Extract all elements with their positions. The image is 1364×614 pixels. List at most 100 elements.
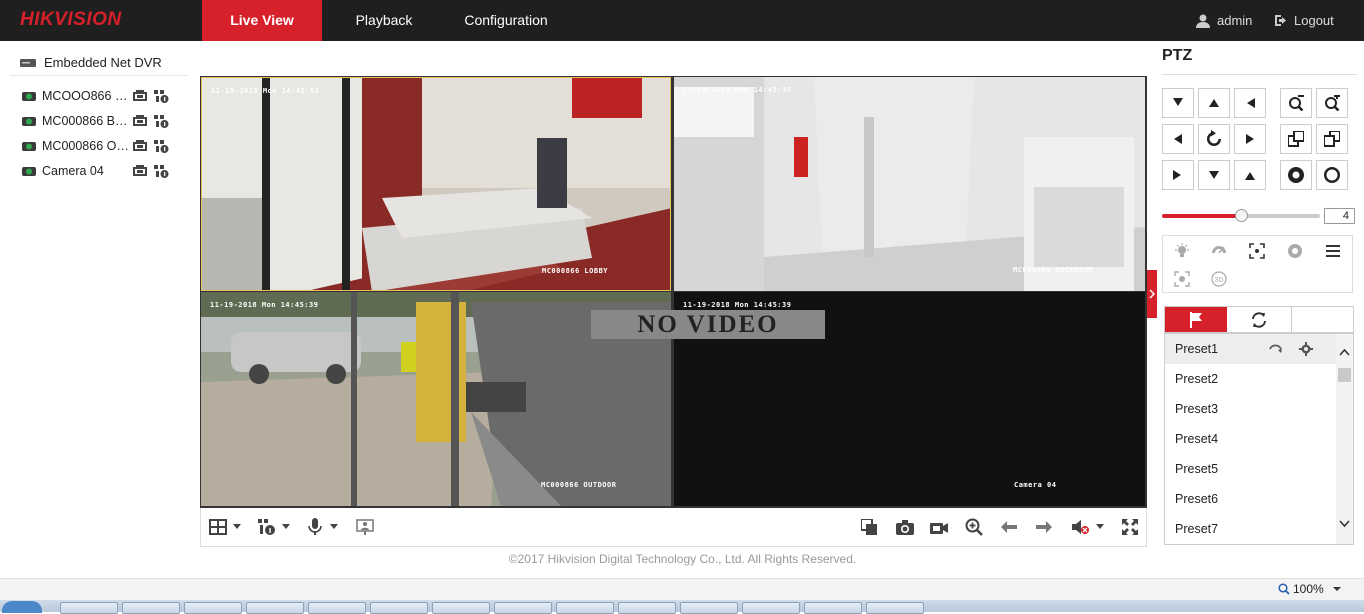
window-layout-button[interactable] bbox=[209, 518, 242, 536]
taskbar-app[interactable] bbox=[60, 602, 118, 614]
preset-item[interactable]: Preset2 bbox=[1165, 364, 1353, 394]
tab-pattern[interactable] bbox=[1291, 307, 1353, 332]
iris-close-button[interactable] bbox=[1316, 160, 1348, 190]
iris-close-icon bbox=[1324, 167, 1340, 183]
preset-item[interactable]: Preset4 bbox=[1165, 424, 1353, 454]
taskbar-app[interactable] bbox=[556, 602, 614, 614]
ptz-down-button[interactable] bbox=[1198, 160, 1230, 190]
taskbar-app[interactable] bbox=[432, 602, 490, 614]
record-icon[interactable] bbox=[132, 164, 148, 178]
logout-button[interactable]: Logout bbox=[1274, 0, 1334, 41]
lens-init-button[interactable] bbox=[1276, 238, 1314, 264]
arrow-left-icon bbox=[1001, 521, 1017, 533]
stop-all-preview-button[interactable] bbox=[861, 518, 877, 536]
camera-item[interactable]: MC000866 OUTDOOR bbox=[10, 133, 188, 158]
patrol-icon bbox=[1252, 311, 1266, 328]
tab-playback[interactable]: Playback bbox=[340, 0, 428, 41]
preset-item[interactable]: Preset3 bbox=[1165, 394, 1353, 424]
taskbar-app[interactable] bbox=[494, 602, 552, 614]
digital-zoom-people-button[interactable] bbox=[356, 518, 374, 536]
manual-tracking-button[interactable] bbox=[1163, 266, 1201, 292]
scrollbar-thumb[interactable] bbox=[1338, 368, 1351, 382]
user-menu[interactable]: admin bbox=[1196, 0, 1252, 41]
preset-item[interactable]: Preset5 bbox=[1165, 454, 1353, 484]
arrow-down-left-icon bbox=[1247, 98, 1255, 108]
taskbar-app[interactable] bbox=[308, 602, 366, 614]
taskbar-app[interactable] bbox=[370, 602, 428, 614]
ptz-left-button[interactable] bbox=[1162, 124, 1194, 154]
taskbar-app[interactable] bbox=[742, 602, 800, 614]
light-button[interactable] bbox=[1163, 238, 1201, 264]
record-icon[interactable] bbox=[132, 89, 148, 103]
previous-page-button[interactable] bbox=[1001, 518, 1017, 536]
ptz-speed-slider[interactable] bbox=[1162, 208, 1322, 224]
camera-item[interactable]: MC000866 BACKROOM bbox=[10, 108, 188, 133]
zoom-out-button[interactable] bbox=[1280, 88, 1312, 118]
preset-item[interactable]: Preset6 bbox=[1165, 484, 1353, 514]
camera-item[interactable]: Camera 04 bbox=[10, 158, 188, 183]
preset-scrollbar[interactable] bbox=[1336, 334, 1353, 544]
chevron-down-icon[interactable] bbox=[1339, 520, 1350, 528]
ptz-up-left-button[interactable] bbox=[1162, 88, 1194, 118]
taskbar-app[interactable] bbox=[122, 602, 180, 614]
tile-timestamp: 11-19-2018 Mon 14:45:39 bbox=[683, 301, 792, 309]
next-page-button[interactable] bbox=[1036, 518, 1052, 536]
taskbar-app[interactable] bbox=[804, 602, 862, 614]
ptz-control-icon[interactable] bbox=[153, 89, 169, 103]
taskbar-app[interactable] bbox=[618, 602, 676, 614]
ptz-right-button[interactable] bbox=[1234, 124, 1266, 154]
iris-open-button[interactable] bbox=[1280, 160, 1312, 190]
taskbar-app[interactable] bbox=[680, 602, 738, 614]
ptz-control-icon[interactable] bbox=[153, 114, 169, 128]
video-tile-backroom[interactable]: 11-19-2018 Mon 14:45:35 MC000866 BACKROO… bbox=[674, 77, 1145, 291]
focus-far-button[interactable] bbox=[1316, 124, 1348, 154]
zoom-value: 100% bbox=[1293, 582, 1324, 596]
slider-thumb[interactable] bbox=[1235, 209, 1248, 222]
camera-label: MC000866 BACKROOM bbox=[42, 113, 132, 128]
ptz-down-right-button[interactable] bbox=[1234, 160, 1266, 190]
ptz-auto-button[interactable] bbox=[1198, 124, 1230, 154]
tab-patrol[interactable] bbox=[1228, 307, 1290, 332]
arrow-up-icon bbox=[1209, 99, 1219, 107]
focus-near-button[interactable] bbox=[1280, 124, 1312, 154]
menu-button[interactable] bbox=[1314, 238, 1352, 264]
ptz-up-right-button[interactable] bbox=[1234, 88, 1266, 118]
start-button[interactable] bbox=[2, 601, 42, 613]
tab-preset[interactable] bbox=[1165, 307, 1227, 332]
capture-button[interactable] bbox=[896, 518, 914, 536]
ptz-up-button[interactable] bbox=[1198, 88, 1230, 118]
audio-talk-button[interactable] bbox=[308, 518, 339, 536]
panel-collapse-toggle[interactable] bbox=[1147, 270, 1157, 318]
tab-live-view[interactable]: Live View bbox=[202, 0, 322, 41]
wiper-icon bbox=[1212, 246, 1226, 254]
wiper-button[interactable] bbox=[1200, 238, 1238, 264]
auto-focus-button[interactable] bbox=[1238, 238, 1276, 264]
taskbar-app[interactable] bbox=[246, 602, 304, 614]
call-preset-icon[interactable] bbox=[1269, 343, 1283, 355]
camera-item[interactable]: MCOOO866 LOBBY bbox=[10, 83, 188, 108]
ptz-control-icon[interactable] bbox=[153, 164, 169, 178]
3d-positioning-button[interactable]: 3D bbox=[1200, 266, 1238, 292]
chevron-up-icon[interactable] bbox=[1339, 348, 1350, 356]
settings-gear-icon[interactable] bbox=[1299, 342, 1313, 356]
video-tile-lobby[interactable]: 11-19-2018 Mon 14:45:52 MC000866 LOBBY bbox=[201, 77, 671, 291]
fullscreen-button[interactable] bbox=[1122, 518, 1138, 536]
record-all-button[interactable] bbox=[930, 518, 948, 536]
device-tree-root[interactable]: Embedded Net DVR bbox=[10, 50, 188, 76]
volume-button[interactable] bbox=[1072, 518, 1105, 536]
preset-item[interactable]: Preset7 bbox=[1165, 514, 1353, 544]
zoom-level[interactable]: 100% bbox=[1278, 582, 1341, 596]
taskbar-app[interactable] bbox=[866, 602, 924, 614]
ptz-speed-value: 4 bbox=[1324, 208, 1355, 224]
stream-type-button[interactable] bbox=[258, 518, 291, 536]
zoom-in-button[interactable] bbox=[1316, 88, 1348, 118]
digital-zoom-button[interactable] bbox=[965, 518, 983, 536]
ptz-control-icon[interactable] bbox=[153, 139, 169, 153]
taskbar-app[interactable] bbox=[184, 602, 242, 614]
preset-item[interactable]: Preset1 bbox=[1165, 334, 1353, 364]
record-icon[interactable] bbox=[132, 114, 148, 128]
ptz-down-left-button[interactable] bbox=[1162, 160, 1194, 190]
record-icon[interactable] bbox=[132, 139, 148, 153]
preset-tabs bbox=[1164, 306, 1354, 333]
tab-configuration[interactable]: Configuration bbox=[450, 0, 562, 41]
